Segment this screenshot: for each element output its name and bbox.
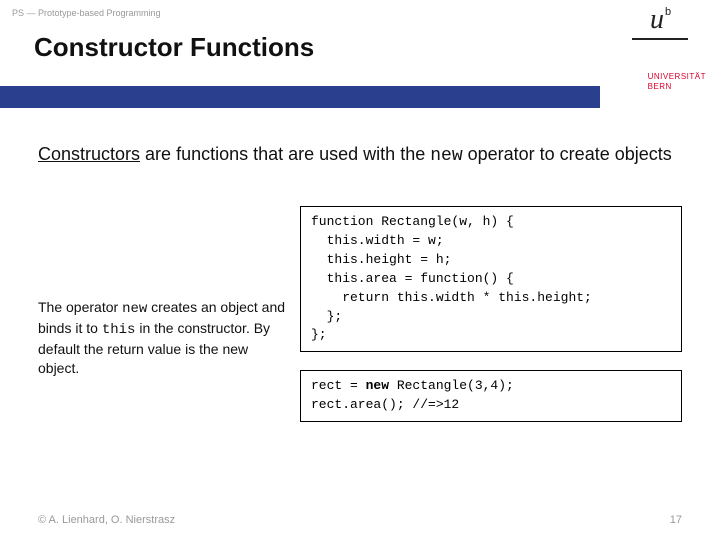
code-block-function: function Rectangle(w, h) { this.width = … (300, 206, 682, 352)
logo-letter-b: b (665, 6, 671, 18)
intro-t1: are functions that are used with the (140, 144, 430, 164)
uni-line2: BERN (648, 82, 706, 92)
cb2-pre: rect = (311, 378, 366, 393)
exp-this: this (102, 322, 136, 338)
explanation: The operator new creates an object and b… (38, 206, 286, 440)
intro-t2: operator to create objects (463, 144, 672, 164)
intro-new: new (430, 146, 462, 166)
uni-line1: UNIVERSITÄT (648, 72, 706, 82)
code-block-usage: rect = new Rectangle(3,4); rect.area(); … (300, 370, 682, 422)
footer-credit: © A. Lienhard, O. Nierstrasz (38, 514, 175, 526)
exp-t1: The operator (38, 299, 122, 315)
page-number: 17 (670, 514, 682, 526)
university-logo: ub UNIVERSITÄT BERN (600, 0, 720, 110)
code-column: function Rectangle(w, h) { this.width = … (300, 206, 682, 440)
content-area: Constructors are functions that are used… (0, 108, 720, 440)
columns: The operator new creates an object and b… (38, 206, 682, 440)
university-name: UNIVERSITÄT BERN (648, 72, 706, 93)
intro-text: Constructors are functions that are used… (38, 142, 682, 168)
logo-underline (632, 38, 688, 40)
exp-new: new (122, 301, 147, 317)
footer: © A. Lienhard, O. Nierstrasz 17 (38, 514, 682, 526)
intro-constructors: Constructors (38, 144, 140, 164)
logo-letter-u: u (650, 4, 664, 36)
cb2-new: new (366, 378, 389, 393)
